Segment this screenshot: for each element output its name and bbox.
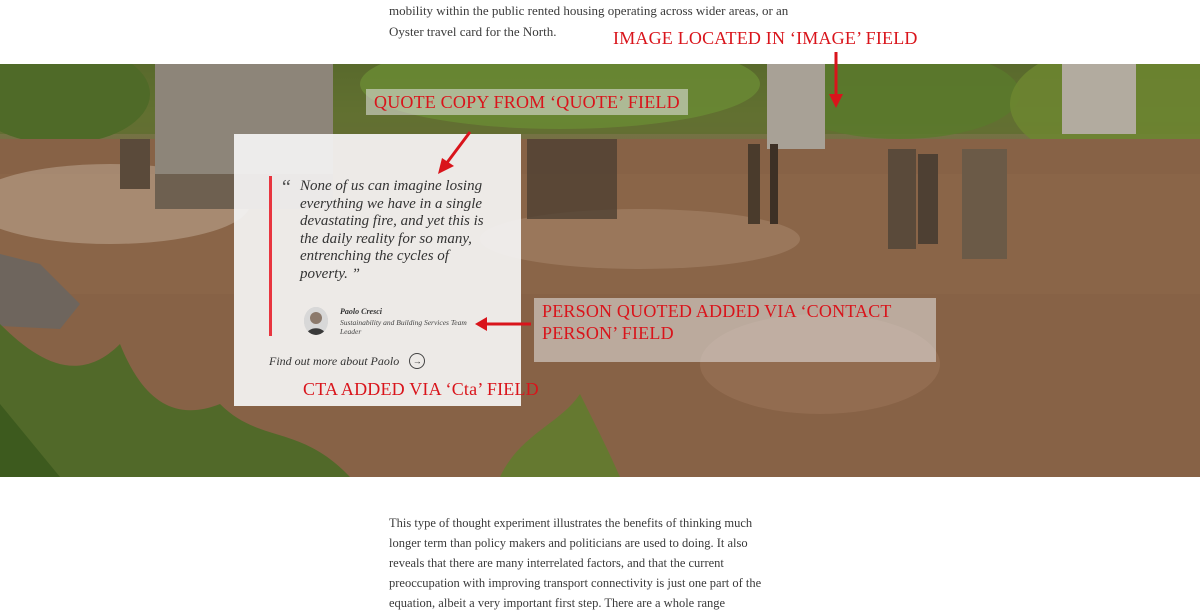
quote-accent-bar (269, 176, 272, 336)
quote-mark-icon: “ (280, 176, 292, 198)
hero-image (0, 64, 1200, 477)
annotation-quote-field: QUOTE COPY FROM ‘QUOTE’ FIELD (366, 89, 688, 115)
article-body-text: This type of thought experiment illustra… (389, 513, 769, 613)
annotation-arrow-icon (829, 52, 843, 108)
cta-label: Find out more about Paolo (269, 353, 400, 368)
annotation-image-field: IMAGE LOCATED IN ‘IMAGE’ FIELD (613, 28, 918, 48)
intro-line-1: mobility within the public rented housin… (389, 3, 789, 18)
body-paragraph: This type of thought experiment illustra… (389, 516, 762, 610)
person-photo-icon (304, 307, 328, 335)
quote-text: None of us can imagine losing everything… (300, 178, 484, 282)
annotation-arrow-icon (438, 131, 472, 174)
river-scene (0, 64, 1200, 477)
find-out-more-link[interactable]: Find out more about Paolo → (269, 353, 426, 369)
quote-card: “ None of us can imagine losing everythi… (234, 134, 521, 406)
annotation-cta-field: CTA ADDED VIA ‘Cta’ FIELD (303, 379, 539, 399)
annotation-person-field: PERSON QUOTED ADDED VIA ‘CONTACT PERSON’… (534, 298, 936, 362)
person-name: Paolo Cresci (340, 307, 382, 316)
person-role: Sustainability and Building Services Tea… (340, 318, 467, 336)
arrow-right-circle-icon[interactable]: → (409, 353, 426, 369)
annotation-arrow-icon (475, 317, 531, 331)
avatar (304, 307, 328, 335)
